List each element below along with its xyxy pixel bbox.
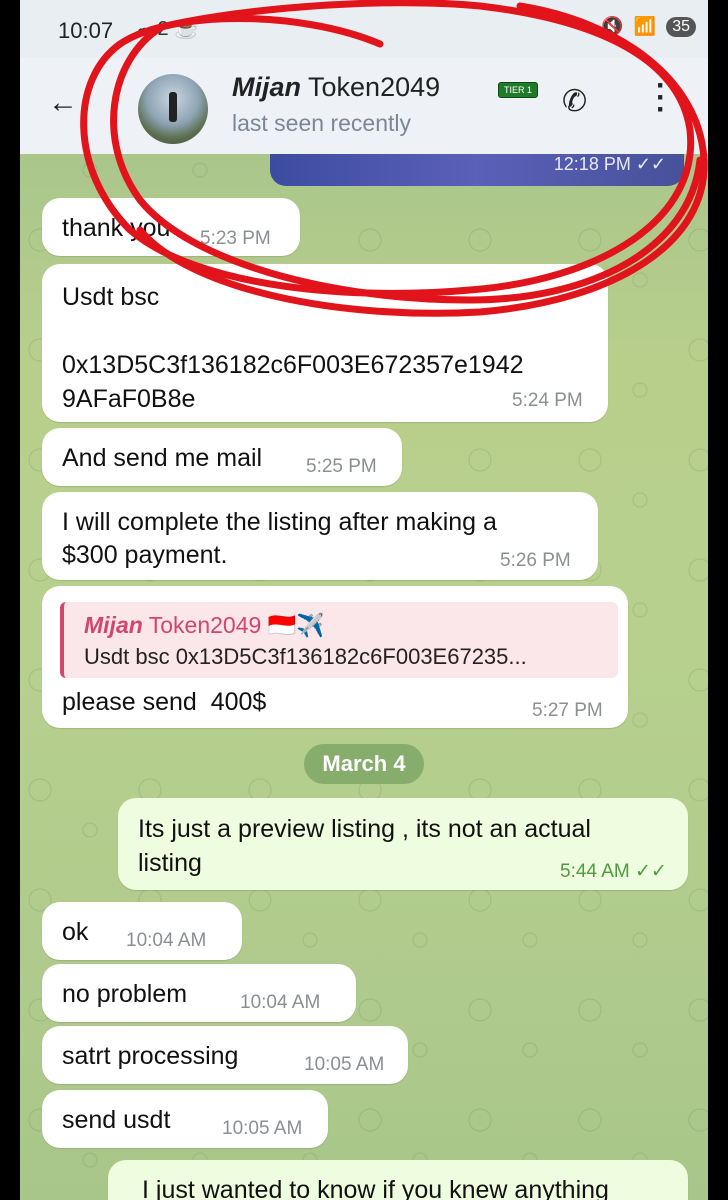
phone-icon[interactable]: ✆: [562, 84, 587, 119]
message-bubble[interactable]: send usdt 10:05 AM: [42, 1090, 328, 1148]
message-time: 5:23 PM: [200, 228, 271, 249]
wifi-icon: 📶: [633, 16, 657, 36]
message-time: 5:24 PM: [512, 390, 583, 411]
message-time: 5:25 PM: [306, 456, 377, 477]
message-time: 5:26 PM: [500, 550, 571, 571]
message-bubble[interactable]: thank you 5:23 PM: [42, 198, 300, 256]
message-time: 12:18 PM ✓✓: [553, 154, 666, 174]
image-message[interactable]: 12:18 PM ✓✓: [270, 154, 684, 186]
quoted-text: Usdt bsc 0x13D5C3f136182c6F003E67235...: [84, 644, 527, 669]
reply-message-bubble[interactable]: Mijan Token2049 🇮🇩✈️ Usdt bsc 0x13D5C3f1…: [42, 586, 628, 728]
message-bubble[interactable]: ok 10:04 AM: [42, 902, 242, 960]
contact-name[interactable]: Mijan Token2049: [232, 72, 440, 103]
back-arrow-icon[interactable]: ←: [48, 86, 78, 120]
tier-badge: TIER 1: [498, 82, 539, 98]
message-bubble[interactable]: And send me mail 5:25 PM: [42, 428, 402, 486]
more-vert-icon[interactable]: · · ·: [656, 71, 666, 125]
quoted-author: Mijan Token2049 🇮🇩✈️: [84, 612, 325, 638]
status-notification-icons: ☁ 2 ☕: [132, 18, 200, 40]
message-time: 10:05 AM: [222, 1118, 303, 1139]
chat-screen: 10:07 ☁ 2 ☕ 🔇 📶 35 ← Mijan Token2049 TIE…: [20, 0, 708, 1200]
status-right-icons: 🔇 📶 35: [601, 16, 696, 37]
message-text: Usdt bsc 0x13D5C3f136182c6F003E672357e19…: [62, 283, 524, 413]
date-separator: March 4: [304, 744, 424, 784]
outgoing-message-bubble[interactable]: Its just a preview listing , its not an …: [118, 798, 688, 890]
last-seen-status: last seen recently: [232, 110, 411, 136]
battery-indicator: 35: [666, 16, 696, 37]
contact-name-first: Mijan: [232, 72, 302, 102]
status-bar: 10:07 ☁ 2 ☕ 🔇 📶 35: [20, 0, 708, 58]
quoted-reply[interactable]: Mijan Token2049 🇮🇩✈️ Usdt bsc 0x13D5C3f1…: [60, 602, 618, 678]
message-text: thank you: [62, 214, 171, 242]
message-time: 5:44 AM ✓✓: [560, 861, 667, 882]
message-text: please send 400$: [62, 688, 267, 716]
message-text: send usdt: [62, 1106, 171, 1134]
message-time: 10:04 AM: [240, 992, 321, 1013]
contact-name-rest: Token2049: [301, 72, 441, 102]
outgoing-message-bubble[interactable]: I just wanted to know if you knew anythi…: [108, 1160, 688, 1200]
message-bubble[interactable]: no problem 10:04 AM: [42, 964, 356, 1022]
status-time: 10:07: [58, 18, 114, 43]
message-time: 5:27 PM: [532, 700, 603, 721]
message-bubble[interactable]: Usdt bsc 0x13D5C3f136182c6F003E672357e19…: [42, 264, 608, 422]
message-text: Its just a preview listing , its not an …: [138, 815, 591, 877]
message-text: I will complete the listing after making…: [62, 508, 497, 569]
message-text: I just wanted to know if you knew anythi…: [142, 1176, 609, 1200]
message-time: 10:04 AM: [126, 930, 207, 951]
message-text: no problem: [62, 980, 188, 1008]
message-bubble[interactable]: satrt processing 10:05 AM: [42, 1026, 408, 1084]
avatar[interactable]: [138, 74, 208, 144]
chat-header[interactable]: ← Mijan Token2049 TIER 1 last seen recen…: [20, 58, 708, 154]
message-text: satrt processing: [62, 1042, 239, 1070]
message-bubble[interactable]: I will complete the listing after making…: [42, 492, 598, 580]
mute-icon: 🔇: [601, 16, 624, 36]
message-text: ok: [62, 918, 89, 946]
message-time: 10:05 AM: [304, 1054, 385, 1075]
message-text: And send me mail: [62, 444, 263, 472]
